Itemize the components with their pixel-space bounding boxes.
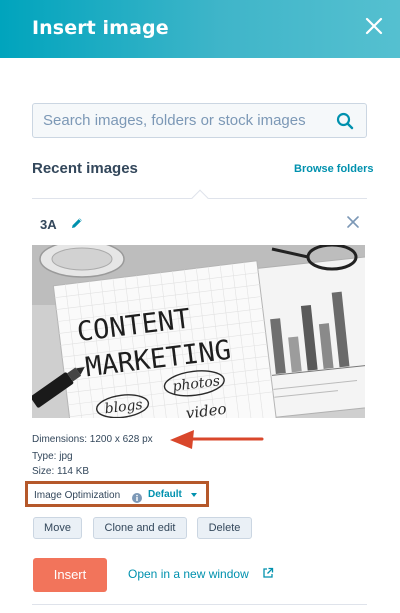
pencil-icon[interactable] <box>70 216 84 230</box>
optimization-label: Image Optimization <box>34 490 121 501</box>
optimization-dropdown[interactable]: Default <box>148 489 182 500</box>
divider <box>32 604 367 605</box>
image-name: 3A <box>40 217 57 232</box>
image-dimensions: Dimensions: 1200 x 628 px <box>32 434 153 445</box>
panel-pointer <box>191 189 209 207</box>
close-icon[interactable] <box>346 215 360 229</box>
modal-title: Insert image <box>32 17 169 39</box>
insert-button[interactable]: Insert <box>33 558 107 592</box>
section-title: Recent images <box>32 160 138 177</box>
move-button[interactable]: Move <box>33 517 82 539</box>
open-new-window-link[interactable]: Open in a new window <box>128 567 249 581</box>
clone-and-edit-button[interactable]: Clone and edit <box>93 517 187 539</box>
image-type: Type: jpg <box>32 451 73 462</box>
browse-folders-link[interactable]: Browse folders <box>294 163 373 175</box>
modal-header: Insert image <box>0 0 400 58</box>
search-icon[interactable] <box>336 112 354 130</box>
image-size: Size: 114 KB <box>32 466 90 477</box>
optimization-highlight: Image Optimization Default <box>25 481 209 507</box>
search-input[interactable] <box>33 104 333 137</box>
caret-down-icon <box>191 493 197 497</box>
annotation-arrow <box>168 429 264 451</box>
delete-button[interactable]: Delete <box>197 517 252 539</box>
info-icon[interactable] <box>132 490 142 503</box>
close-icon[interactable] <box>362 14 386 38</box>
external-link-icon <box>262 566 274 578</box>
search-bar <box>32 103 367 138</box>
image-preview[interactable]: CONTENT MARKETING blogs photos video <box>32 245 365 418</box>
